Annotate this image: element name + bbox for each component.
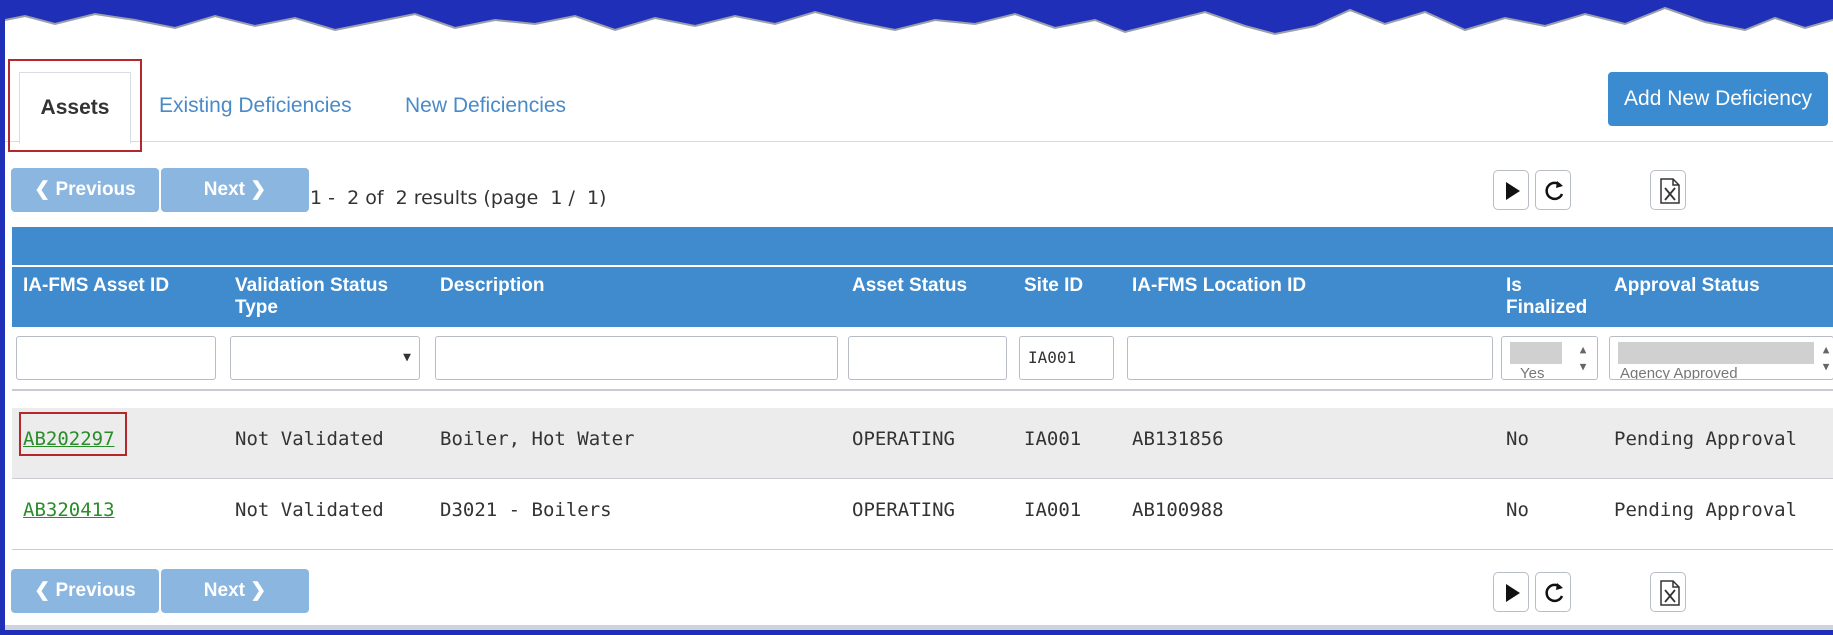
cell-location-id: AB131856 [1132, 428, 1224, 450]
spinner-arrows-icon[interactable]: ▲ ▼ [1573, 341, 1593, 375]
filter-asset-id[interactable] [16, 336, 216, 380]
excel-export-icon [1660, 178, 1680, 204]
play-icon [1506, 182, 1520, 200]
filter-approval-status-select[interactable]: Agency Approved ▲ ▼ [1609, 336, 1833, 380]
filter-is-finalized-select[interactable]: Yes ▲ ▼ [1501, 336, 1598, 380]
previous-label: Previous [55, 580, 136, 601]
option-is-finalized: Yes [1520, 365, 1545, 380]
chevron-right-icon: ❯ [244, 580, 267, 601]
play-icon [1506, 584, 1520, 602]
column-header-description[interactable]: Description [440, 275, 545, 297]
option-approval-status: Agency Approved [1620, 365, 1738, 380]
tab-bar: Assets Existing Deficiencies New Deficie… [5, 71, 1833, 144]
tab-new-deficiencies[interactable]: New Deficiencies [405, 71, 566, 141]
column-header-is-finalized[interactable]: Is Finalized [1506, 275, 1587, 319]
highlight-box-asset-id [19, 412, 127, 456]
chevron-left-icon: ❮ [34, 580, 56, 601]
column-header-approval-status[interactable]: Approval Status [1614, 275, 1760, 297]
page-panel: Assets Existing Deficiencies New Deficie… [5, 0, 1833, 630]
column-header-validation-status[interactable]: Validation Status Type [235, 275, 388, 319]
chevron-right-icon: ❯ [244, 179, 267, 200]
pager-info-top: 1 - 2 of 2 results (page 1 / 1) [310, 187, 607, 209]
cell-is-finalized: No [1506, 428, 1529, 450]
dropdown-arrow-icon: ▼ [403, 350, 411, 365]
table-row[interactable]: AB202297 Not Validated Boiler, Hot Water… [12, 408, 1833, 479]
cell-site-id: IA001 [1024, 499, 1082, 521]
cell-description: Boiler, Hot Water [440, 428, 635, 450]
refresh-button-top[interactable] [1535, 170, 1571, 210]
filter-asset-status[interactable] [848, 336, 1007, 380]
previous-button-top[interactable]: ❮ Previous [11, 168, 159, 212]
filter-site-id[interactable]: IA001 [1019, 336, 1114, 380]
cell-location-id: AB100988 [1132, 499, 1224, 521]
filter-location-id[interactable] [1127, 336, 1493, 380]
column-header-asset-status[interactable]: Asset Status [852, 275, 967, 297]
excel-export-button-top[interactable] [1650, 170, 1686, 210]
cell-approval-status: Pending Approval [1614, 428, 1798, 450]
filter-description[interactable] [435, 336, 838, 380]
grid-group-band [12, 227, 1833, 265]
column-header-asset-id[interactable]: IA-FMS Asset ID [23, 275, 169, 297]
cell-description: D3021 - Boilers [440, 499, 612, 521]
play-button-top[interactable] [1493, 170, 1529, 210]
cell-site-id: IA001 [1024, 428, 1082, 450]
column-header-location-id[interactable]: IA-FMS Location ID [1132, 275, 1306, 297]
torn-edge-decoration [5, 0, 1833, 36]
excel-export-button-bottom[interactable] [1650, 572, 1686, 612]
next-button-top[interactable]: Next ❯ [161, 168, 309, 212]
table-row[interactable]: AB320413 Not Validated D3021 - Boilers O… [12, 479, 1833, 550]
cell-asset-status: OPERATING [852, 499, 955, 521]
column-header-site-id[interactable]: Site ID [1024, 275, 1083, 297]
next-label: Next [203, 580, 245, 601]
grid-header: IA-FMS Asset ID Validation Status Type De… [12, 267, 1833, 327]
refresh-button-bottom[interactable] [1535, 572, 1571, 612]
refresh-icon [1545, 181, 1564, 201]
spinner-arrows-icon[interactable]: ▲ ▼ [1819, 341, 1833, 375]
selected-placeholder [1510, 342, 1562, 364]
refresh-icon [1545, 583, 1564, 603]
play-button-bottom[interactable] [1493, 572, 1529, 612]
chevron-left-icon: ❮ [34, 179, 56, 200]
cell-asset-status: OPERATING [852, 428, 955, 450]
asset-id-link[interactable]: AB320413 [23, 499, 115, 521]
cell-validation: Not Validated [235, 428, 384, 450]
previous-label: Previous [55, 179, 136, 200]
filter-validation-status-select[interactable]: ▼ [230, 336, 420, 380]
cell-is-finalized: No [1506, 499, 1529, 521]
excel-export-icon [1660, 580, 1680, 606]
cell-approval-status: Pending Approval [1614, 499, 1798, 521]
previous-button-bottom[interactable]: ❮ Previous [11, 569, 159, 613]
filter-row: ▼ IA001 Yes ▲ ▼ Agency Approved ▲ ▼ [12, 327, 1833, 391]
page-bottom-edge [5, 625, 1833, 630]
tab-existing-deficiencies[interactable]: Existing Deficiencies [159, 71, 352, 141]
next-button-bottom[interactable]: Next ❯ [161, 569, 309, 613]
selected-placeholder [1618, 342, 1814, 364]
next-label: Next [203, 179, 245, 200]
highlight-box-assets-tab [8, 59, 142, 152]
cell-validation: Not Validated [235, 499, 384, 521]
add-new-deficiency-button[interactable]: Add New Deficiency [1608, 72, 1828, 126]
